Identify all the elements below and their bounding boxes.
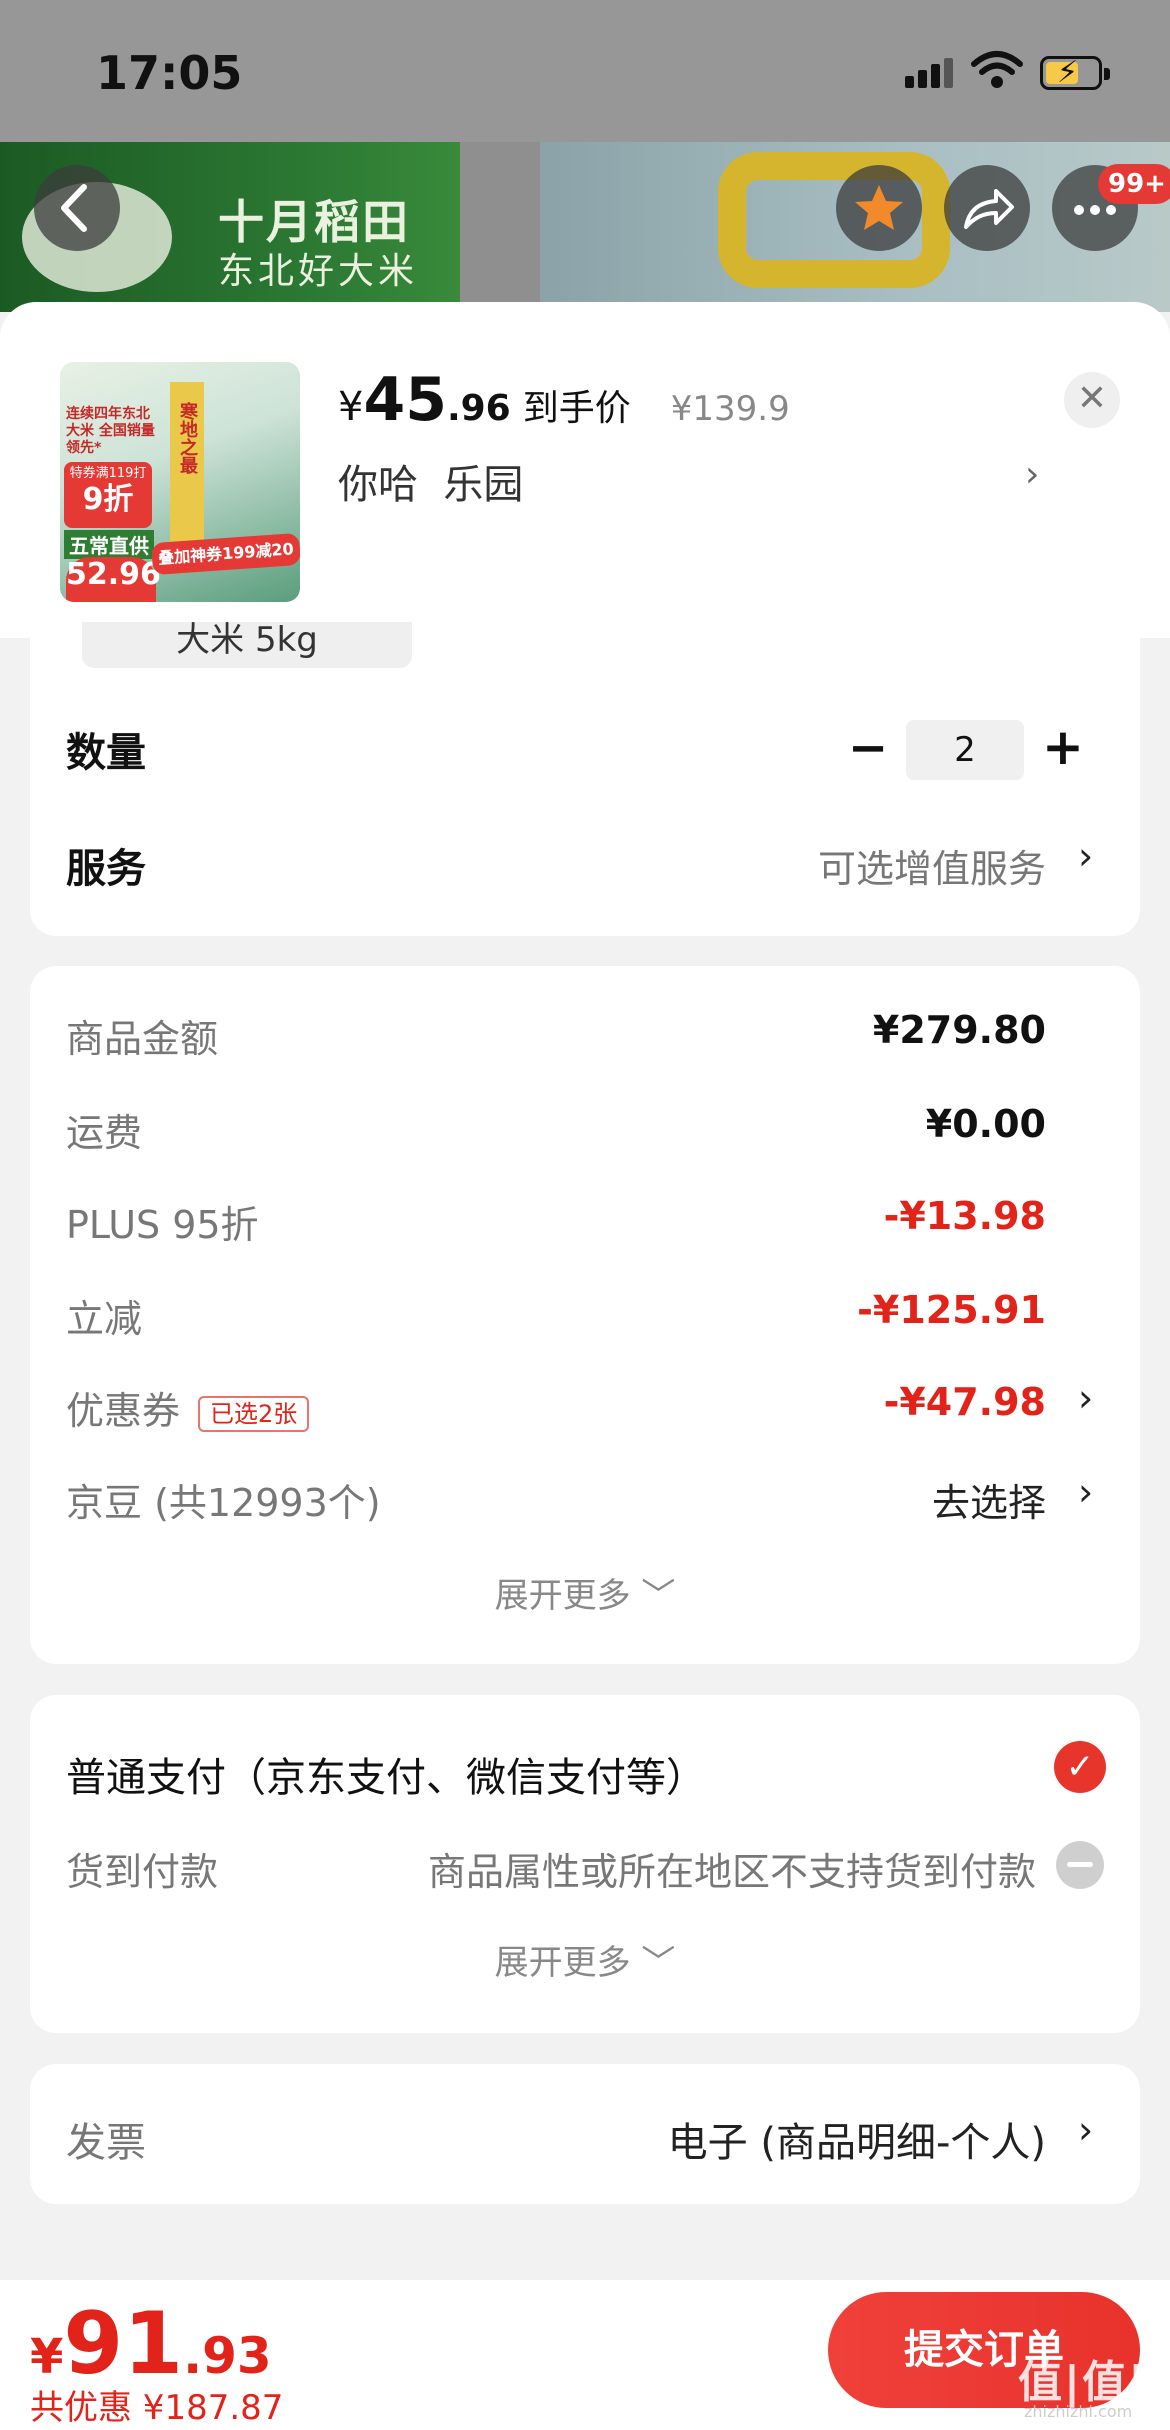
thumb-discount-tag: 特券满119打 9折 <box>64 462 152 528</box>
status-bar: 17:05 ⚡ <box>0 0 1170 142</box>
expand-more-button[interactable]: 展开更多 ﹀ <box>30 1568 1140 1617</box>
invoice-value[interactable]: 电子 (商品明细-个人) <box>668 2110 1046 2168</box>
watermark-url: zhizhizhi.com <box>1024 2402 1133 2421</box>
chevron-right-icon[interactable]: › <box>1025 454 1039 495</box>
cod-note: 商品属性或所在地区不支持货到付款 <box>427 1850 1036 1894</box>
thumb-text: 连续四年东北大米 全国销量领先* <box>66 406 155 456</box>
product-thumbnail: 连续四年东北大米 全国销量领先* 特券满119打 9折 五常直供 52.96 寒… <box>60 362 300 602</box>
battery-icon: ⚡ <box>1040 55 1110 90</box>
chevron-right-icon[interactable]: › <box>1078 1376 1093 1420</box>
goods-amount-label: 商品金额 <box>66 1017 219 1061</box>
checkout-bar: ¥91.93 共优惠 ¥187.87 提交订单 <box>0 2280 1170 2430</box>
goods-amount-value: ¥279.80 <box>872 1008 1046 1052</box>
invoice-label: 发票 <box>66 2120 146 2166</box>
shipping-value: ¥0.00 <box>925 1102 1046 1146</box>
shipping-label: 运费 <box>66 1111 143 1155</box>
thumb-text: 五常直供 <box>64 530 154 559</box>
quantity-label: 数量 <box>66 730 146 776</box>
disabled-icon <box>1056 1841 1104 1889</box>
signal-icon <box>905 58 957 88</box>
delivery-address[interactable]: 你哈 乐园 <box>338 452 523 510</box>
coupon-selected-tag: 已选2张 <box>198 1395 310 1432</box>
thumb-price: 52.96 <box>66 557 161 602</box>
quantity-decrease-button[interactable]: − <box>848 720 888 776</box>
jingdou-select[interactable]: 去选择 <box>932 1472 1046 1527</box>
status-time: 17:05 <box>96 46 243 100</box>
chevron-right-icon[interactable]: › <box>1078 1470 1093 1514</box>
service-selector[interactable]: 可选增值服务 <box>818 838 1046 893</box>
back-icon <box>61 184 87 232</box>
total-saved: 共优惠 ¥187.87 <box>30 2388 284 2428</box>
close-icon: ✕ <box>1076 378 1108 419</box>
normal-payment-option[interactable]: 普通支付（京东支付、微信支付等） <box>66 1745 706 1803</box>
instant-discount-label: 立减 <box>66 1297 143 1341</box>
jingdou-label: 京豆 (共12993个) <box>66 1481 381 1525</box>
notification-badge: 99+ <box>1098 164 1170 204</box>
options-card: 大米 5kg 数量 − 2 + 服务 可选增值服务 › <box>30 622 1140 936</box>
cod-label: 货到付款 <box>66 1850 219 1894</box>
spec-chip[interactable]: 大米 5kg <box>82 622 412 668</box>
favorite-icon <box>855 185 903 230</box>
wifi-icon <box>970 50 1024 94</box>
service-label: 服务 <box>66 846 146 892</box>
total-price: ¥91.93 <box>30 2294 272 2394</box>
favorite-button[interactable] <box>836 165 922 251</box>
plus-discount-value: -¥13.98 <box>883 1194 1046 1238</box>
share-icon <box>964 189 1014 229</box>
brand-slogan: 东北好大米 <box>218 251 419 292</box>
coupon-label[interactable]: 优惠券 已选2张 <box>66 1380 310 1435</box>
instant-discount-value: -¥125.91 <box>857 1288 1046 1332</box>
chevron-right-icon[interactable]: › <box>1078 2108 1093 2152</box>
plus-discount-label: PLUS 95折 <box>66 1203 259 1247</box>
quantity-input[interactable]: 2 <box>906 720 1024 780</box>
chevron-right-icon[interactable]: › <box>1078 834 1093 878</box>
original-price: ¥139.9 <box>670 389 790 429</box>
final-price: ¥45.96 到手价 ¥139.9 <box>338 365 790 435</box>
fee-card: 商品金额 ¥279.80 运费 ¥0.00 PLUS 95折 -¥13.98 立… <box>30 966 1140 1664</box>
invoice-card[interactable]: 发票 电子 (商品明细-个人) › <box>30 2064 1140 2204</box>
quantity-increase-button[interactable]: + <box>1042 718 1084 776</box>
close-button[interactable]: ✕ <box>1064 372 1120 428</box>
payment-card: 普通支付（京东支付、微信支付等） ✓ 货到付款 商品属性或所在地区不支持货到付款… <box>30 1695 1140 2033</box>
coupon-value[interactable]: -¥47.98 <box>884 1380 1046 1424</box>
price-tag: 到手价 <box>522 388 631 429</box>
expand-more-button[interactable]: 展开更多 ﹀ <box>30 1935 1140 1984</box>
check-icon[interactable]: ✓ <box>1054 1741 1106 1793</box>
back-button[interactable] <box>34 165 120 251</box>
thumb-label: 寒地之最 <box>170 382 204 542</box>
share-button[interactable] <box>944 165 1030 251</box>
